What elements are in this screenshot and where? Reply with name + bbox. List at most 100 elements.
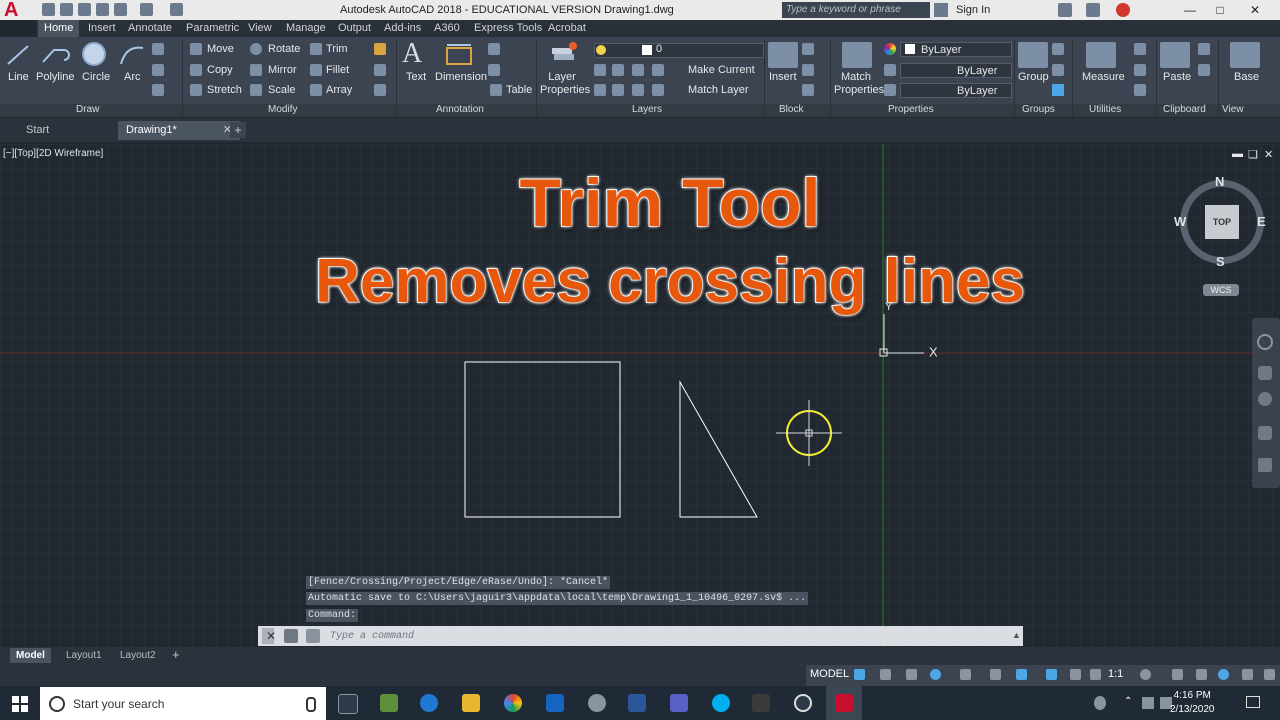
match-layer-button[interactable]: Match Layer [688,84,749,96]
chevron-up-icon[interactable]: ⌃ [1124,696,1132,707]
wcs-menu[interactable]: WCS [1203,284,1239,296]
tab-express-tools[interactable]: Express Tools [474,22,542,34]
annotation-monitor-icon[interactable] [1172,669,1183,680]
make-current-button[interactable]: Make Current [688,64,755,76]
table-button[interactable]: Table [506,84,532,96]
groups-panel-title[interactable]: Groups [1022,104,1055,115]
compass-south[interactable]: S [1216,254,1225,269]
skype-icon[interactable] [712,694,730,712]
lineweight-dropdown[interactable]: ByLayer [900,83,1012,98]
taskbar-clock[interactable]: 4:16 PM 2/13/2020 [1170,689,1215,717]
grid-icon[interactable] [854,669,865,680]
app-icon[interactable] [752,694,770,712]
modify-panel-title[interactable]: Modify [268,104,297,115]
tab-view[interactable]: View [248,22,272,34]
stretch-button[interactable]: Stretch [207,84,242,96]
boundary-icon[interactable] [152,84,164,96]
annotation-visibility-icon[interactable] [1046,669,1057,680]
tab-add-ins[interactable]: Add-ins [384,22,421,34]
autoscale-icon[interactable] [1070,669,1081,680]
tab-manage[interactable]: Manage [286,22,326,34]
edit-block-icon[interactable] [802,64,814,76]
layer-unisolate-icon[interactable] [652,84,664,96]
microphone-icon[interactable] [306,697,316,712]
new-tab-button[interactable]: + [230,122,246,138]
text-button[interactable]: Text [406,71,426,83]
polyline-button[interactable]: Polyline [36,71,75,83]
utilities-panel-title[interactable]: Utilities [1089,104,1121,115]
isolate-objects-icon[interactable] [1218,669,1229,680]
rotate-button[interactable]: Rotate [268,43,300,55]
compass-west[interactable]: W [1174,214,1186,229]
model-space-button[interactable]: MODEL [810,668,849,680]
array-button[interactable]: Array [326,84,352,96]
properties-panel-title[interactable]: Properties [888,104,934,115]
view-panel-title[interactable]: View [1222,104,1244,115]
quick-select-icon[interactable] [1134,43,1146,55]
notifications-icon[interactable] [1246,696,1260,708]
cut-icon[interactable] [1198,43,1210,55]
people-icon[interactable] [1094,696,1106,710]
edge-icon[interactable] [420,694,438,712]
tab-a360[interactable]: A360 [434,22,460,34]
copy-button[interactable]: Copy [207,64,233,76]
isodraft-icon[interactable] [990,669,1001,680]
annotation-scale-icon[interactable] [1090,669,1101,680]
network-icon[interactable] [1142,697,1154,709]
new-layout-button[interactable]: + [172,647,180,662]
explode-icon[interactable] [374,64,386,76]
command-history-toggle-icon[interactable]: ▲ [1012,630,1021,640]
create-block-icon[interactable] [802,43,814,55]
leader-icon[interactable] [488,43,500,55]
showmotion-icon[interactable] [1258,458,1272,472]
outlook-icon[interactable] [546,694,564,712]
chrome-icon[interactable] [504,694,522,712]
customization-icon[interactable] [1264,669,1275,680]
mirror-button[interactable]: Mirror [268,64,297,76]
command-prompt-icon[interactable] [306,629,320,643]
layer-properties-button[interactable]: Layer Properties [540,71,590,97]
tab-parametric[interactable]: Parametric [186,22,239,34]
linetype-dropdown[interactable]: ByLayer [900,63,1012,78]
save-as-icon[interactable] [96,3,109,16]
circle-button[interactable]: Circle [82,71,110,83]
insert-button[interactable]: Insert [769,71,797,83]
application-menu-button[interactable]: A [0,0,36,21]
layer-off-icon[interactable] [594,64,606,76]
arc-button[interactable]: Arc [124,71,141,83]
word-icon[interactable] [628,694,646,712]
move-button[interactable]: Move [207,43,234,55]
group-selection-icon[interactable] [1052,84,1064,96]
command-close-icon[interactable]: ✕ [266,629,276,643]
tab-annotate[interactable]: Annotate [128,22,172,34]
steering-wheel-icon[interactable] [1257,334,1273,350]
layer-freeze-icon[interactable] [632,64,644,76]
base-button[interactable]: Base [1234,71,1259,83]
layer-dropdown[interactable] [594,43,764,58]
minimize-button[interactable]: — [1175,2,1205,18]
help-search-input[interactable]: Type a keyword or phrase [782,2,930,18]
units-icon[interactable] [1196,669,1207,680]
line-button[interactable]: Line [8,71,29,83]
redo-icon[interactable] [170,3,183,16]
measure-button[interactable]: Measure [1082,71,1125,83]
pan-icon[interactable] [1258,366,1272,380]
open-file-icon[interactable] [60,3,73,16]
tab-output[interactable]: Output [338,22,371,34]
windows-start-icon[interactable] [12,696,28,712]
layout-tab-model[interactable]: Model [10,648,51,663]
maximize-button[interactable]: □ [1205,2,1235,18]
layers-panel-title[interactable]: Layers [632,104,662,115]
color-dropdown[interactable]: ByLayer [900,42,1012,57]
taskbar-search-box[interactable]: Start your search [40,687,326,720]
undo-icon[interactable] [140,3,153,16]
tab-home[interactable]: Home [38,20,80,37]
compass-east[interactable]: E [1257,214,1266,229]
trim-button[interactable]: Trim [326,43,348,55]
app-icon[interactable] [380,694,398,712]
viewcube-top-face[interactable]: TOP [1205,205,1239,239]
zoom-extents-icon[interactable] [1258,392,1272,406]
compass-north[interactable]: N [1215,174,1224,189]
exchange-icon[interactable] [1086,3,1100,17]
layout-tab-layout2[interactable]: Layout2 [114,648,162,663]
